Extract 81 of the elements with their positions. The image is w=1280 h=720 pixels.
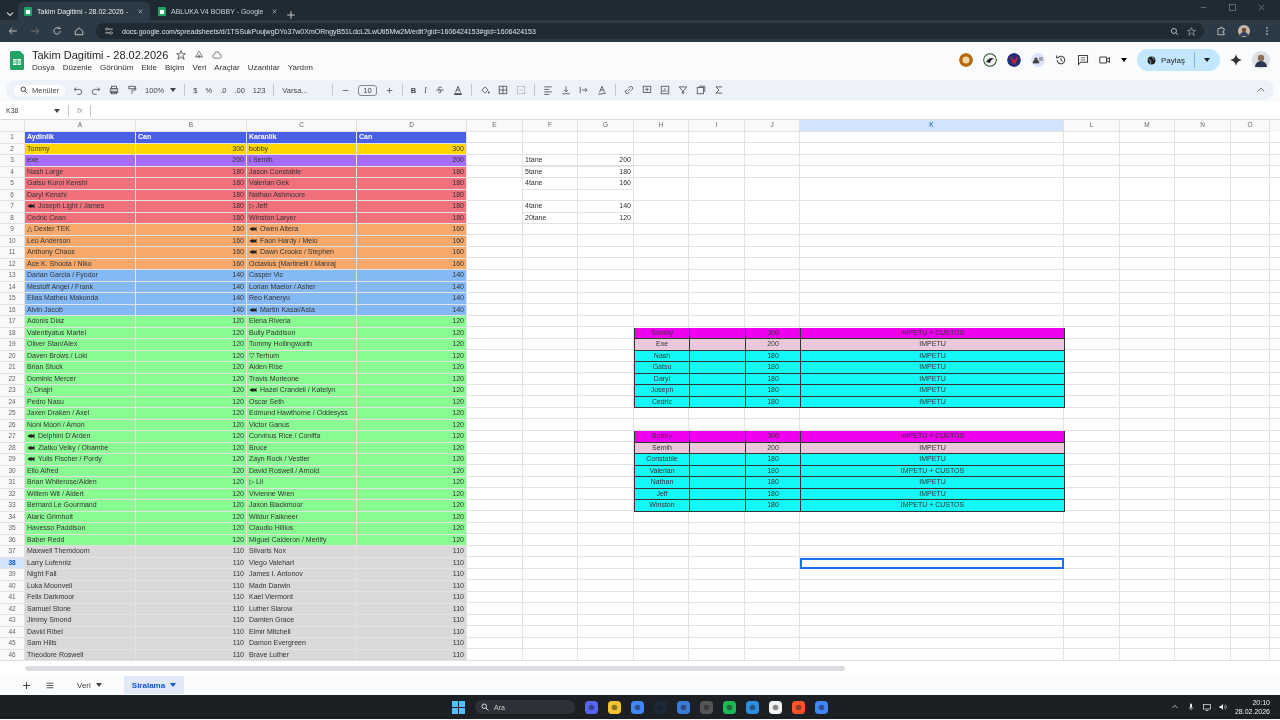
- history-icon[interactable]: [1055, 54, 1067, 66]
- reload-icon[interactable]: [52, 26, 62, 36]
- new-tab-icon[interactable]: [286, 10, 296, 20]
- document-title[interactable]: Takim Dagitimi - 28.02.2026: [32, 48, 169, 61]
- plus-icon[interactable]: [384, 85, 394, 95]
- caret-icon: [1204, 58, 1210, 62]
- plus-icon: [22, 680, 31, 690]
- search-icon: [481, 703, 489, 711]
- zoom-icon[interactable]: [1170, 26, 1179, 36]
- borders-icon[interactable]: [497, 85, 508, 95]
- chart-icon[interactable]: [659, 85, 670, 95]
- back-icon[interactable]: [8, 26, 18, 36]
- sheets-logo[interactable]: [10, 50, 24, 70]
- print-icon[interactable]: [109, 85, 120, 95]
- search-icon: [20, 86, 28, 94]
- sheets-icon: [158, 6, 166, 16]
- fill-color-icon[interactable]: [479, 85, 490, 95]
- comment-icon[interactable]: [1077, 54, 1089, 66]
- collapse-icon[interactable]: [1256, 85, 1266, 95]
- globe-icon: [1147, 55, 1156, 65]
- menu-item[interactable]: Biçim: [164, 62, 185, 72]
- app-icon[interactable]: [769, 700, 782, 714]
- share-button[interactable]: Paylaş: [1137, 49, 1220, 71]
- add-sheet-button[interactable]: [22, 680, 31, 690]
- wrap-icon[interactable]: [578, 85, 589, 95]
- filter-icon[interactable]: [677, 85, 688, 95]
- menu-item[interactable]: Dosya: [32, 62, 55, 72]
- menu-item[interactable]: Uzantılar: [247, 62, 280, 72]
- profile-avatar[interactable]: [1238, 25, 1250, 37]
- extensions-icon[interactable]: [1216, 26, 1226, 36]
- link-icon[interactable]: [623, 85, 634, 95]
- filter-views-icon[interactable]: [695, 85, 706, 95]
- video-call-icon[interactable]: [1099, 54, 1111, 66]
- menu-item[interactable]: Araçlar: [214, 62, 240, 72]
- account-avatar[interactable]: [1252, 51, 1270, 69]
- redo-icon[interactable]: [91, 85, 102, 95]
- vertical-align-icon[interactable]: [560, 85, 571, 95]
- sheets-icon: [24, 6, 32, 16]
- app-icon[interactable]: [723, 700, 736, 714]
- menu-icon: [45, 680, 55, 690]
- menu-item[interactable]: Ekle: [141, 62, 157, 72]
- caret-icon: [1121, 58, 1127, 62]
- caret-icon: [170, 88, 177, 92]
- horizontal-scrollbar[interactable]: [25, 665, 845, 671]
- move-icon[interactable]: [194, 49, 205, 60]
- star-icon[interactable]: [176, 49, 187, 60]
- selected-cell[interactable]: [800, 557, 1064, 569]
- site-settings-icon[interactable]: [104, 26, 114, 36]
- caret-icon: [95, 683, 102, 687]
- caret-icon: [170, 683, 177, 687]
- strikethrough-icon[interactable]: [434, 85, 445, 95]
- microphone-icon[interactable]: [1186, 703, 1195, 711]
- collaborator-avatar[interactable]: [1031, 53, 1045, 67]
- menu-item[interactable]: Düzenle: [62, 62, 93, 72]
- functions-icon[interactable]: [713, 85, 724, 95]
- undo-icon[interactable]: [73, 85, 84, 95]
- rotate-icon[interactable]: [596, 85, 607, 95]
- menu-item[interactable]: Veri: [192, 62, 207, 72]
- paint-format-icon[interactable]: [127, 85, 138, 95]
- sheet-tab[interactable]: Veri: [69, 676, 110, 694]
- text-color-icon[interactable]: [452, 85, 463, 95]
- sheet-tab[interactable]: Siralama: [123, 676, 185, 694]
- close-icon[interactable]: [1257, 2, 1266, 12]
- home-icon[interactable]: [74, 26, 84, 36]
- all-sheets-button[interactable]: [45, 680, 55, 690]
- menu-item[interactable]: Görünüm: [100, 62, 134, 72]
- collaborator-avatar[interactable]: [983, 53, 997, 67]
- close-icon[interactable]: [137, 7, 144, 15]
- collaborator-avatar[interactable]: [1007, 53, 1021, 67]
- close-icon[interactable]: [271, 7, 278, 15]
- cloud-icon[interactable]: [212, 49, 223, 60]
- sparkle-icon[interactable]: [1230, 54, 1242, 66]
- app-icon[interactable]: [608, 700, 621, 714]
- add-comment-icon[interactable]: [641, 85, 652, 95]
- volume-icon[interactable]: [1218, 703, 1227, 711]
- menu-item[interactable]: Yardım: [287, 62, 313, 72]
- maximize-icon[interactable]: [1228, 2, 1237, 12]
- start-icon[interactable]: [452, 700, 465, 714]
- caret-icon: [54, 108, 60, 113]
- align-icon[interactable]: [542, 85, 553, 95]
- network-icon[interactable]: [1202, 703, 1211, 711]
